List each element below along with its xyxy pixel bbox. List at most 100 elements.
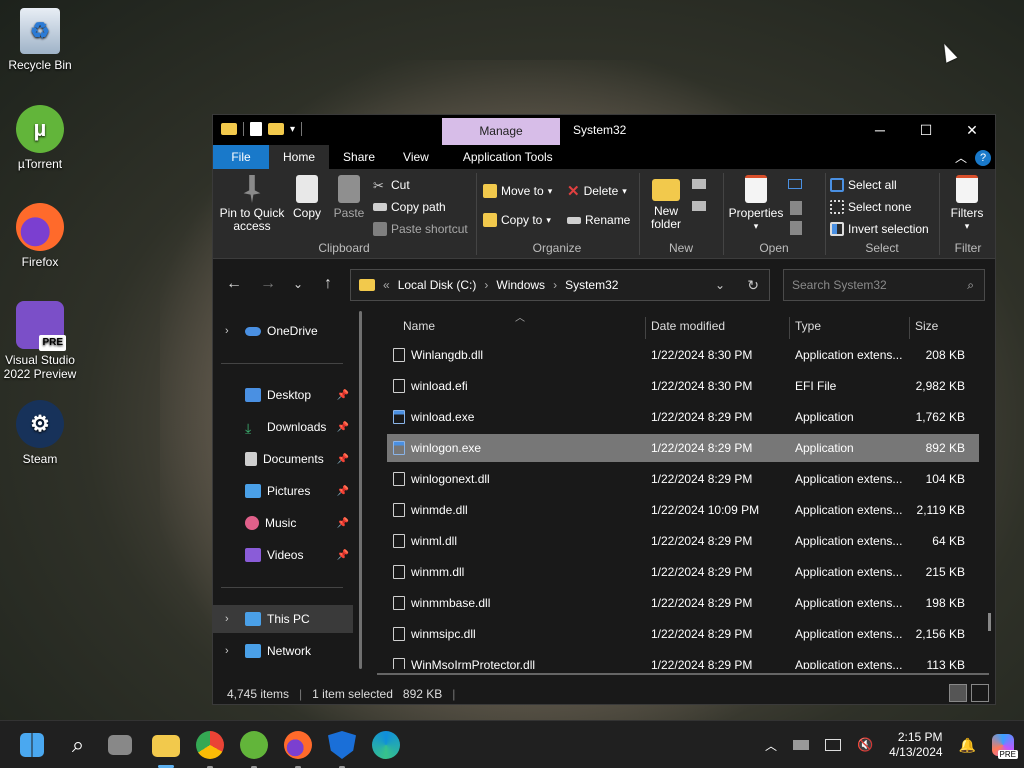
up-arrow-icon[interactable]: ↑	[315, 273, 341, 295]
customize-qa-chevron-icon[interactable]: ▾	[290, 124, 295, 135]
edge-icon[interactable]	[372, 731, 400, 759]
table-row[interactable]: winload.exe 1/22/2024 8:29 PM Application 1…	[387, 403, 979, 431]
sidebar-item-videos[interactable]: Videos 📌	[213, 541, 353, 569]
rename-button[interactable]: Rename	[567, 210, 630, 230]
desktop-icon-steam[interactable]: ⚙ Steam	[0, 400, 80, 466]
select-all-button[interactable]: Select all	[830, 175, 897, 195]
table-row[interactable]: winmde.dll 1/22/2024 10:09 PM Application …	[387, 496, 979, 524]
volume-muted-icon[interactable]: 🔇	[857, 737, 873, 753]
address-bar[interactable]: « Local Disk (C:) › Windows › System32 ⌄…	[350, 269, 770, 301]
table-row[interactable]: winlogonext.dll 1/22/2024 8:29 PM Applicat…	[387, 465, 979, 493]
sidebar-item-pictures[interactable]: Pictures 📌	[213, 477, 353, 505]
table-row[interactable]: Winlangdb.dll 1/22/2024 8:30 PM Applicatio…	[387, 341, 979, 369]
sidebar-item-network[interactable]: › Network	[213, 637, 353, 665]
collapse-ribbon-chevron-icon[interactable]: ︿	[955, 149, 967, 166]
tab-application-tools[interactable]: Application Tools	[443, 145, 567, 169]
tab-file[interactable]: File	[213, 145, 269, 169]
cut-button[interactable]: ✂ Cut	[373, 175, 410, 195]
refresh-icon[interactable]: ↻	[747, 277, 759, 294]
desktop-icon-firefox[interactable]: Firefox	[0, 203, 80, 269]
table-row[interactable]: winml.dll 1/22/2024 8:29 PM Application ex…	[387, 527, 979, 555]
expand-chevron-icon[interactable]: ›	[225, 325, 229, 337]
expand-chevron-icon[interactable]: ›	[225, 613, 229, 625]
open-icon[interactable]	[788, 179, 802, 189]
column-header-type[interactable]: Type	[795, 311, 821, 341]
minimize-button[interactable]: ─	[857, 115, 903, 145]
copy-path-button[interactable]: Copy path	[373, 197, 446, 217]
search-icon[interactable]: ⌕	[64, 731, 92, 759]
easy-access-icon[interactable]	[692, 201, 706, 211]
sidebar-item-desktop[interactable]: Desktop 📌	[213, 381, 353, 409]
table-row[interactable]: winmm.dll 1/22/2024 8:29 PM Application ex…	[387, 558, 979, 586]
desktop-icon-visual-studio[interactable]: PRE Visual Studio 2022 Preview	[0, 301, 80, 381]
column-separator[interactable]	[909, 317, 910, 339]
tab-home[interactable]: Home	[269, 145, 330, 169]
desktop-icon-recycle-bin[interactable]: ♻ Recycle Bin	[0, 8, 80, 72]
nav-pane-scrollbar[interactable]	[359, 311, 362, 669]
properties-button[interactable]: Properties ▾	[726, 175, 786, 233]
properties-qa-icon[interactable]	[250, 122, 262, 136]
large-icons-view-icon[interactable]	[971, 684, 989, 702]
start-icon[interactable]	[20, 733, 44, 757]
close-button[interactable]: ✕	[949, 115, 995, 145]
onedrive-tray-icon[interactable]	[792, 740, 809, 750]
invert-selection-button[interactable]: Invert selection	[830, 219, 929, 239]
horizontal-scrollbar[interactable]	[377, 673, 989, 675]
paste-button[interactable]: Paste	[329, 175, 369, 220]
edit-icon[interactable]	[790, 201, 802, 215]
help-icon[interactable]: ?	[975, 149, 991, 166]
chrome-icon[interactable]	[196, 731, 224, 759]
sidebar-item-downloads[interactable]: ⤓ Downloads 📌	[213, 413, 353, 441]
show-hidden-icons-chevron-icon[interactable]: ︿	[765, 737, 777, 754]
column-header-name[interactable]: Name	[403, 311, 435, 341]
table-row[interactable]: winlogon.exe 1/22/2024 8:29 PM Application…	[387, 434, 979, 462]
expand-chevron-icon[interactable]: ›	[225, 645, 229, 657]
file-list-scrollbar[interactable]	[988, 613, 991, 631]
search-input[interactable]: Search System32 ⌕	[783, 269, 985, 301]
breadcrumb-overflow[interactable]: «	[383, 278, 390, 292]
table-row[interactable]: WinMsoIrmProtector.dll 1/22/2024 8:29 PM A…	[387, 651, 979, 669]
firefox-icon[interactable]	[284, 731, 312, 759]
utorrent-icon[interactable]	[240, 731, 268, 759]
breadcrumb-local-disk[interactable]: Local Disk (C:)	[398, 278, 477, 292]
filters-button[interactable]: Filters ▾	[942, 175, 992, 233]
column-separator[interactable]	[789, 317, 790, 339]
pin-quick-access-button[interactable]: Pin to Quick access	[219, 175, 285, 233]
move-to-button[interactable]: Move to ▾	[483, 181, 552, 201]
delete-button[interactable]: ✕ Delete ▾	[567, 181, 627, 201]
copilot-icon[interactable]: PRE	[992, 734, 1018, 759]
sidebar-item-onedrive[interactable]: › OneDrive	[213, 317, 353, 345]
desktop-icon-utorrent[interactable]: µ µTorrent	[0, 105, 80, 171]
details-view-icon[interactable]	[949, 684, 967, 702]
back-arrow-icon[interactable]: ←	[221, 273, 247, 295]
sidebar-item-documents[interactable]: Documents 📌	[213, 445, 353, 473]
task-view-icon[interactable]	[108, 735, 132, 755]
table-row[interactable]: winload.efi 1/22/2024 8:30 PM EFI File 2,98…	[387, 372, 979, 400]
new-folder-button[interactable]: New folder	[644, 175, 688, 231]
defender-icon[interactable]	[328, 731, 356, 759]
copy-button[interactable]: Copy	[287, 175, 327, 220]
forward-arrow-icon[interactable]: →	[255, 273, 281, 295]
recent-locations-chevron-icon[interactable]: ⌄	[285, 273, 311, 295]
tab-view[interactable]: View	[389, 145, 443, 169]
history-icon[interactable]	[790, 221, 802, 235]
file-explorer-icon[interactable]	[152, 735, 180, 757]
table-row[interactable]: winmsipc.dll 1/22/2024 8:29 PM Application…	[387, 620, 979, 648]
column-header-date[interactable]: Date modified	[651, 311, 725, 341]
address-dropdown-icon[interactable]: ⌄	[715, 278, 725, 292]
clock[interactable]: 2:15 PM 4/13/2024	[889, 730, 942, 760]
network-tray-icon[interactable]	[824, 739, 841, 751]
breadcrumb-windows[interactable]: Windows	[496, 278, 545, 292]
tab-manage[interactable]: Manage	[442, 118, 560, 145]
table-row[interactable]: winmmbase.dll 1/22/2024 8:29 PM Applicatio…	[387, 589, 979, 617]
copy-to-button[interactable]: Copy to ▾	[483, 210, 551, 230]
tab-share[interactable]: Share	[329, 145, 389, 169]
maximize-button[interactable]: ☐	[903, 115, 949, 145]
paste-shortcut-button[interactable]: Paste shortcut	[373, 219, 468, 239]
column-separator[interactable]	[645, 317, 646, 339]
sidebar-item-this-pc[interactable]: › This PC	[213, 605, 353, 633]
column-header-size[interactable]: Size	[915, 311, 938, 341]
notification-bell-icon[interactable]: 🔔	[959, 737, 976, 754]
select-none-button[interactable]: Select none	[830, 197, 911, 217]
new-item-icon[interactable]	[692, 179, 706, 189]
